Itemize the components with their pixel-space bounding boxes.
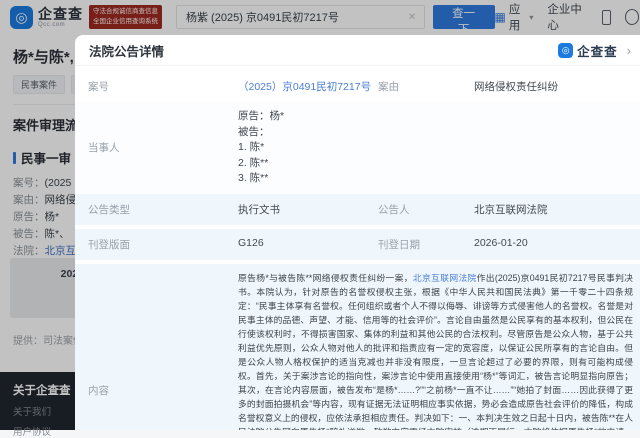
court-link[interactable]: 北京互联网法院: [413, 273, 477, 283]
modal-body: 案号 （2025）京0491民初7217号 案由 网络侵权责任纠纷 当事人 原告…: [75, 66, 640, 430]
cause-value: 网络侵权责任纠纷: [474, 79, 637, 94]
announcement-type-label: 公告类型: [88, 202, 238, 217]
row-publication: 刊登版面 G126 刊登日期 2026-01-20: [75, 229, 640, 260]
announcer-label: 公告人: [378, 202, 474, 217]
party-defendant-3: 3. 陈**: [238, 171, 635, 187]
qcc-brand-icon: ◎: [558, 43, 573, 58]
modal-brand: ◎ 企查查: [558, 41, 618, 60]
modal-close-icon[interactable]: ›: [627, 43, 631, 58]
content-text-body: 作出(2025)京0491民初7217号民事判决书。本院认为，针对原告的名誉权侵…: [238, 273, 633, 431]
party-defendant-2: 2. 陈**: [238, 156, 635, 172]
page-value: G126: [238, 237, 378, 249]
party-defendant-1: 1. 陈*: [238, 140, 635, 156]
parties-list: 原告：杨* 被告： 1. 陈* 2. 陈** 3. 陈**: [238, 109, 635, 187]
cause-label: 案由: [378, 79, 474, 94]
party-defendant-heading: 被告：: [238, 125, 635, 141]
page-label: 刊登版面: [88, 237, 238, 252]
publish-date-value: 2026-01-20: [474, 237, 637, 249]
announcement-type-value: 执行文书: [238, 202, 378, 217]
case-number-label: 案号: [88, 79, 238, 94]
modal-header: 法院公告详情 ◎ 企查查 ›: [75, 35, 640, 66]
row-announcement-type: 公告类型 执行文书 公告人 北京互联网法院: [75, 194, 640, 225]
content-label: 内容: [88, 383, 238, 398]
parties-label: 当事人: [88, 140, 238, 155]
publish-date-label: 刊登日期: [378, 237, 474, 252]
row-parties: 当事人 原告：杨* 被告： 1. 陈* 2. 陈** 3. 陈**: [75, 102, 640, 194]
qcc-brand-text: 企查查: [577, 41, 618, 60]
row-content: 内容 原告杨*与被告陈**网络侵权责任纠纷一案，北京互联网法院作出(2025)京…: [75, 264, 640, 431]
party-plaintiff: 原告：杨*: [238, 109, 635, 125]
content-text-lead: 原告杨*与被告陈**网络侵权责任纠纷一案，: [238, 273, 413, 283]
court-announcement-modal: 法院公告详情 ◎ 企查查 › 案号 （2025）京0491民初7217号 案由 …: [75, 35, 640, 430]
case-number-link[interactable]: （2025）京0491民初7217号: [238, 79, 378, 94]
announcer-value: 北京互联网法院: [474, 202, 637, 217]
row-case-number: 案号 （2025）京0491民初7217号 案由 网络侵权责任纠纷: [75, 71, 640, 102]
modal-title: 法院公告详情: [89, 41, 164, 60]
announcement-content: 原告杨*与被告陈**网络侵权责任纠纷一案，北京互联网法院作出(2025)京049…: [238, 271, 635, 431]
